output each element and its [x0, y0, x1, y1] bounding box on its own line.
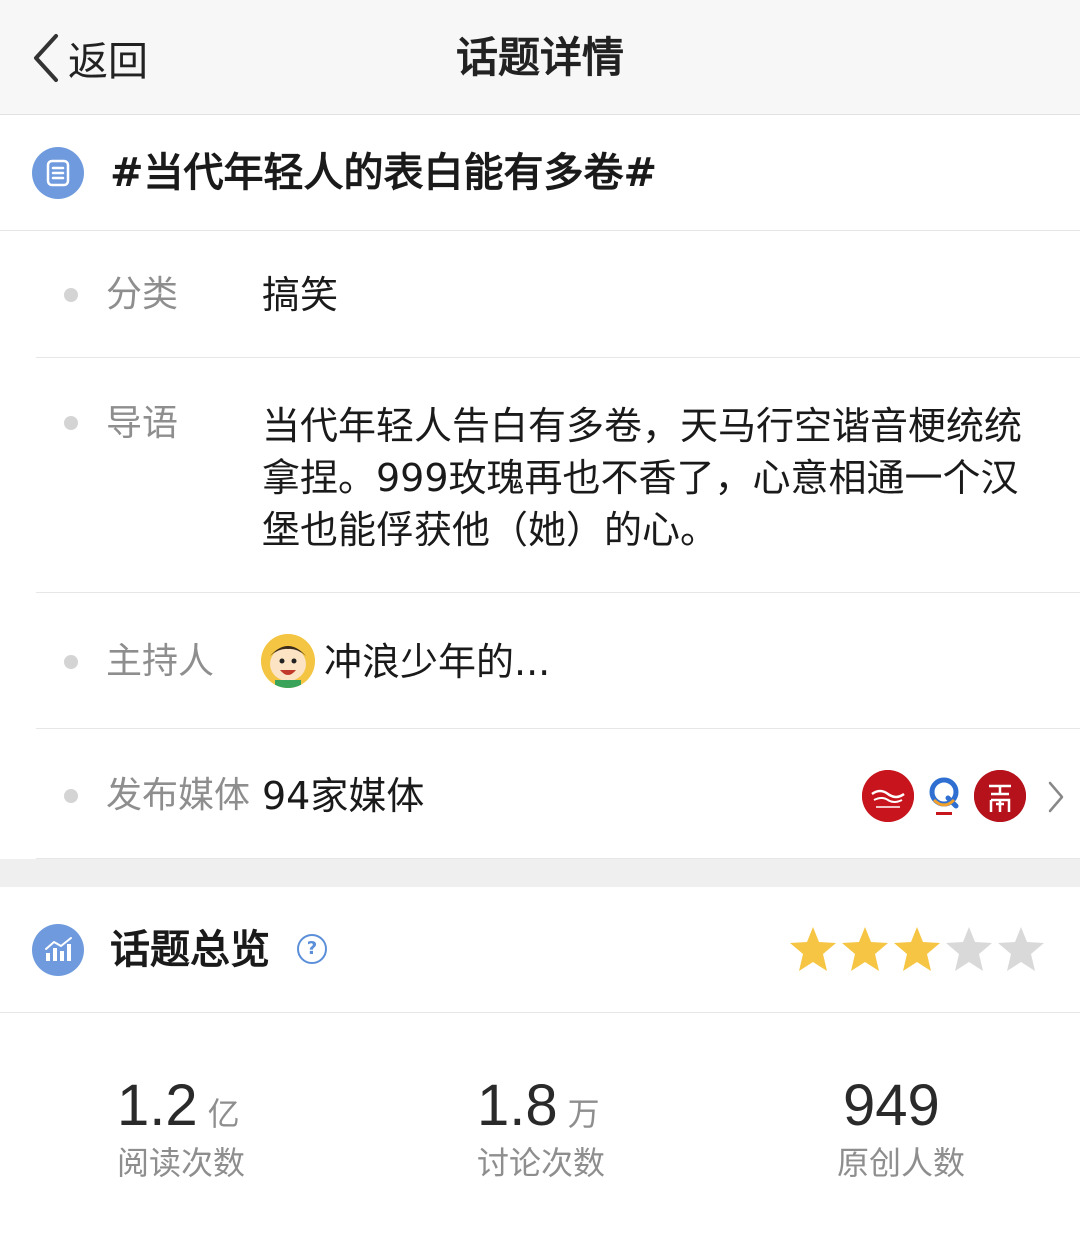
overview-header: 话题总览 ?: [0, 887, 1080, 1013]
host-label: 主持人: [106, 641, 215, 682]
stat-number: 1.8: [477, 1073, 558, 1138]
stat-number: 1.2: [117, 1073, 198, 1138]
stat-label: 阅读次数: [117, 1144, 246, 1182]
host-name[interactable]: 冲浪少年的...: [324, 636, 550, 688]
stat-unit: 万: [567, 1095, 600, 1133]
media-logo-henan-daily: [862, 770, 914, 822]
stat-label: 原创人数: [837, 1144, 966, 1182]
media-row[interactable]: 发布媒体 94家媒体: [36, 729, 1080, 859]
rating-stars: [786, 925, 1046, 973]
media-logo-henan: [974, 770, 1026, 822]
intro-text: 当代年轻人告白有多卷，天马行空谐音梗统统拿捏。999玫瑰再也不香了，心意相通一个…: [262, 404, 1023, 552]
stat-discuss: 1.8 万 讨论次数: [477, 1073, 737, 1185]
media-count[interactable]: 94家媒体: [262, 770, 424, 822]
bullet-icon: [64, 655, 78, 669]
stat-original: 949 原创人数: [837, 1073, 1080, 1185]
category-value[interactable]: 搞笑: [262, 269, 338, 321]
list-icon: [32, 147, 84, 199]
star-filled-icon: [894, 927, 940, 971]
help-icon[interactable]: ?: [297, 934, 327, 964]
page-title: 话题详情: [455, 33, 624, 82]
stat-number: 949: [843, 1073, 940, 1138]
overview-title: 话题总览: [110, 927, 270, 973]
star-empty-icon: [998, 927, 1044, 971]
bullet-icon: [64, 789, 78, 803]
star-empty-icon: [946, 927, 992, 971]
stat-read: 1.2 亿 阅读次数: [117, 1073, 377, 1185]
star-filled-icon: [790, 927, 836, 971]
topic-title: #当代年轻人的表白能有多卷#: [110, 150, 658, 196]
host-row[interactable]: 主持人 冲浪少年的...: [36, 593, 1080, 729]
intro-label: 导语: [106, 403, 179, 444]
media-logos[interactable]: [858, 769, 1026, 823]
bullet-icon: [64, 416, 78, 430]
topic-header: #当代年轻人的表白能有多卷#: [0, 115, 1080, 231]
intro-row: 导语 当代年轻人告白有多卷，天马行空谐音梗统统拿捏。999玫瑰再也不香了，心意相…: [36, 358, 1080, 593]
media-logo-q: [918, 770, 970, 822]
star-filled-icon: [842, 927, 888, 971]
category-label: 分类: [106, 274, 179, 315]
chevron-right-icon[interactable]: [1046, 779, 1066, 815]
nav-bar: 返回 话题详情: [0, 0, 1080, 115]
section-divider: [0, 859, 1080, 887]
bullet-icon: [64, 288, 78, 302]
stat-label: 讨论次数: [477, 1144, 606, 1182]
category-row: 分类 搞笑: [36, 231, 1080, 358]
stat-unit: 亿: [207, 1095, 240, 1133]
host-avatar[interactable]: [261, 634, 315, 688]
chart-icon: [32, 924, 84, 976]
media-label: 发布媒体: [106, 775, 251, 816]
